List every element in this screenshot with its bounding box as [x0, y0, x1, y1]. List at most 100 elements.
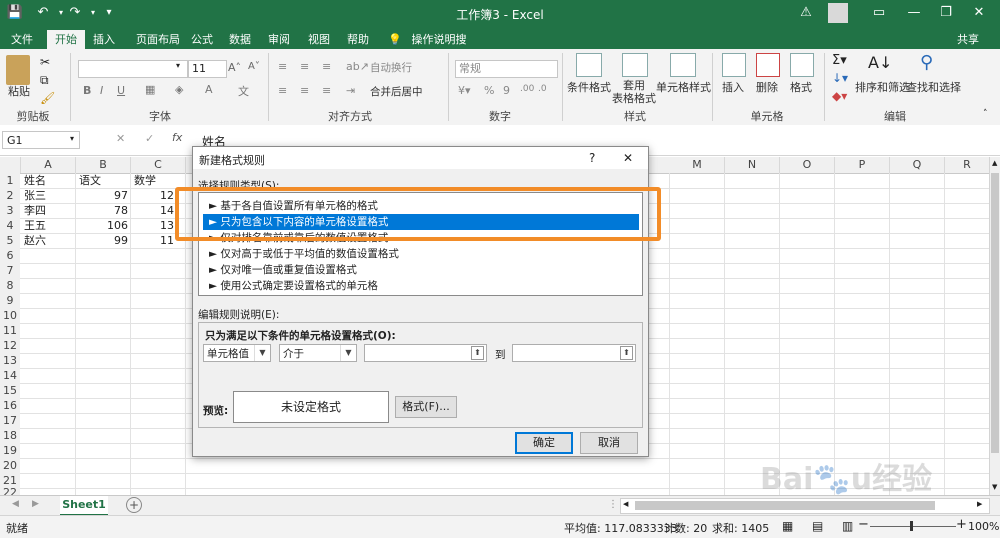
clear-icon[interactable]: ◆▾ — [832, 89, 847, 103]
undo-icon[interactable]: ↶ — [34, 4, 52, 22]
cell-styles-icon[interactable] — [670, 53, 696, 77]
tab-file[interactable]: 文件 — [4, 30, 40, 49]
row-header[interactable]: 8 — [0, 278, 20, 294]
select-all-corner[interactable] — [0, 157, 21, 173]
merge-center-button[interactable]: 合并后居中 — [370, 84, 423, 99]
align-middle-icon[interactable]: ≡ — [300, 60, 309, 73]
zoom-slider[interactable] — [870, 526, 956, 527]
column-header[interactable]: O — [780, 157, 835, 173]
find-select-button[interactable]: 查找和选择 — [906, 79, 961, 95]
chevron-down-icon[interactable]: ▾ — [70, 134, 74, 143]
scroll-options-icon[interactable]: ⋮ — [608, 499, 618, 510]
status-average[interactable]: 平均值: 117.0833333 — [564, 520, 678, 536]
scroll-right-icon[interactable]: ▶ — [977, 500, 982, 508]
underline-button[interactable]: U — [117, 84, 125, 97]
row-header[interactable]: 2 — [0, 188, 20, 204]
row-header[interactable]: 9 — [0, 293, 20, 309]
range-select-icon[interactable]: ⬆ — [620, 346, 633, 360]
page-break-view-icon[interactable]: ▥ — [842, 519, 853, 533]
save-icon[interactable]: 💾 — [6, 4, 24, 22]
table-format-button[interactable]: 套用 表格格式 — [610, 79, 658, 105]
zoom-thumb[interactable] — [910, 521, 913, 531]
cell-chinese[interactable]: 106 — [76, 218, 128, 233]
row-header[interactable]: 17 — [0, 413, 20, 429]
column-header[interactable]: C — [131, 157, 186, 173]
format-painter-icon[interactable]: 🖌 — [40, 91, 55, 105]
currency-icon[interactable]: ¥▾ — [458, 84, 471, 97]
scroll-down-icon[interactable]: ▼ — [992, 483, 997, 491]
phonetic-icon[interactable]: 文 — [238, 83, 249, 99]
column-header[interactable]: B — [76, 157, 131, 173]
scroll-up-icon[interactable]: ▲ — [992, 159, 997, 167]
delete-button[interactable]: 删除 — [752, 79, 782, 95]
normal-view-icon[interactable]: ▦ — [782, 519, 793, 533]
increase-font-icon[interactable]: A˄ — [228, 61, 241, 74]
column-header[interactable]: M — [670, 157, 725, 173]
dialog-close-icon[interactable]: ✕ — [623, 151, 633, 165]
zoom-in-icon[interactable]: + — [956, 517, 967, 532]
tab-view[interactable]: 视图 — [305, 30, 333, 49]
sheet-tab-sheet1[interactable]: Sheet1 — [60, 496, 108, 516]
font-name-field[interactable] — [78, 60, 188, 78]
insert-function-icon[interactable]: fx — [172, 131, 182, 144]
decrease-decimal-icon[interactable]: .0 — [538, 84, 547, 94]
restore-icon[interactable]: ❐ — [937, 4, 955, 22]
tab-help[interactable]: 帮助 — [344, 30, 372, 49]
collapse-ribbon-icon[interactable]: ˄ — [983, 109, 988, 119]
bold-button[interactable]: B — [83, 84, 91, 97]
orientation-icon[interactable]: ab↗ — [346, 60, 369, 73]
autosum-icon[interactable]: Σ▾ — [832, 53, 847, 68]
rule-type-item[interactable]: ► 使用公式确定要设置格式的单元格 — [203, 278, 639, 294]
conditional-format-icon[interactable] — [576, 53, 602, 77]
row-header[interactable]: 13 — [0, 353, 20, 369]
font-size-field[interactable]: 11 — [188, 60, 227, 78]
sort-filter-icon[interactable]: A↓ — [868, 53, 892, 72]
column-header[interactable]: Q — [890, 157, 945, 173]
tab-page-layout[interactable]: 页面布局 — [130, 30, 186, 49]
cell-c1[interactable]: 数学 — [134, 173, 156, 188]
italic-button[interactable]: I — [100, 84, 103, 97]
max-value-field[interactable]: ⬆ — [512, 344, 636, 362]
align-center-icon[interactable]: ≡ — [300, 84, 309, 97]
scroll-thumb[interactable] — [991, 173, 999, 453]
name-box[interactable]: G1 — [2, 131, 80, 149]
row-header[interactable]: 1 — [0, 173, 20, 189]
percent-icon[interactable]: % — [484, 84, 494, 97]
condition-type-select[interactable]: 单元格值 ▼ — [203, 344, 271, 362]
cell-name[interactable]: 张三 — [24, 188, 46, 203]
warning-icon[interactable]: ⚠ — [797, 4, 815, 22]
rule-type-item[interactable]: ► 仅对高于或低于平均值的数值设置格式 — [203, 246, 639, 262]
add-sheet-icon[interactable]: + — [126, 497, 142, 513]
number-format-select[interactable]: 常规 — [455, 60, 558, 78]
delete-cells-icon[interactable] — [756, 53, 780, 77]
row-header[interactable]: 6 — [0, 248, 20, 264]
page-layout-view-icon[interactable]: ▤ — [812, 519, 823, 533]
fill-icon[interactable]: ↓▾ — [832, 71, 848, 85]
help-icon[interactable]: ? — [589, 151, 595, 165]
row-header[interactable]: 7 — [0, 263, 20, 279]
cancel-button[interactable]: 取消 — [580, 432, 638, 454]
insert-cells-icon[interactable] — [722, 53, 746, 77]
status-count[interactable]: 计数: 20 — [664, 520, 707, 536]
paste-icon[interactable] — [6, 55, 30, 85]
decrease-font-icon[interactable]: A˅ — [248, 61, 260, 72]
ok-button[interactable]: 确定 — [515, 432, 573, 454]
condition-operator-select[interactable]: 介于 ▼ — [279, 344, 357, 362]
sort-filter-button[interactable]: 排序和筛选 — [855, 79, 910, 95]
tab-home[interactable]: 开始 — [47, 30, 85, 49]
next-sheet-icon[interactable]: ▶ — [32, 499, 39, 509]
column-header[interactable]: A — [21, 157, 76, 173]
min-value-field[interactable]: ⬆ — [364, 344, 487, 362]
cell-name[interactable]: 王五 — [24, 218, 46, 233]
border-icon[interactable]: ▦ — [145, 83, 155, 96]
align-top-icon[interactable]: ≡ — [278, 60, 287, 73]
paste-label[interactable]: 粘贴 — [6, 83, 32, 99]
find-icon[interactable]: ⚲ — [920, 52, 933, 73]
scroll-left-icon[interactable]: ◀ — [623, 500, 628, 508]
avatar[interactable] — [828, 3, 848, 23]
align-right-icon[interactable]: ≡ — [322, 84, 331, 97]
row-header[interactable]: 5 — [0, 233, 20, 249]
row-header[interactable]: 19 — [0, 443, 20, 459]
zoom-level[interactable]: 100% — [968, 520, 999, 533]
chevron-down-icon[interactable]: ▾ — [176, 61, 180, 70]
